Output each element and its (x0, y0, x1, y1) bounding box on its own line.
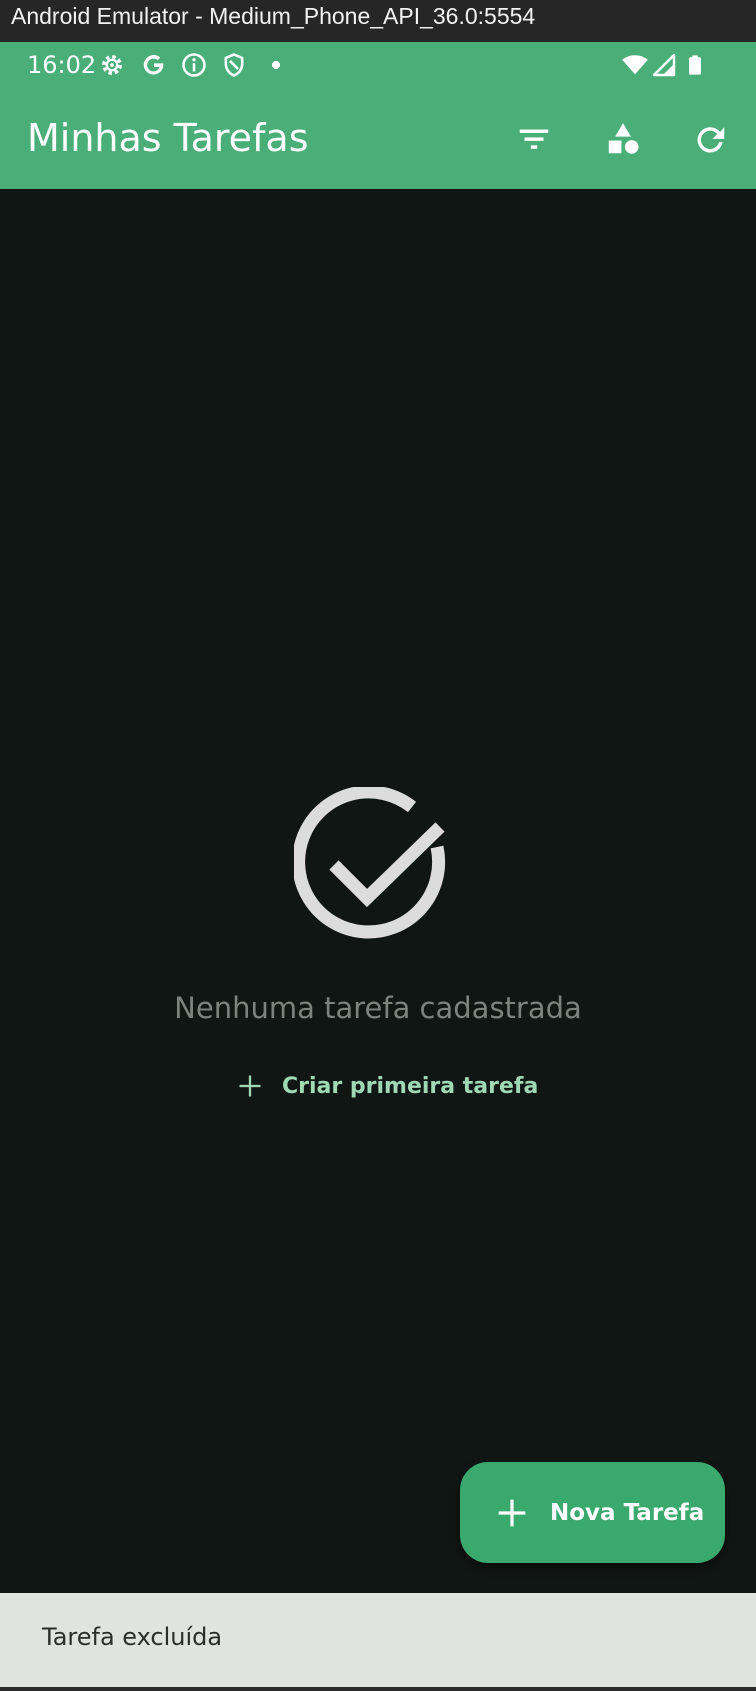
window-title: Android Emulator - Medium_Phone_API_36.0… (11, 3, 536, 29)
window-title-bar: Android Emulator - Medium_Phone_API_36.0… (0, 0, 756, 42)
gear-icon (98, 51, 126, 79)
snackbar-message: Tarefa excluída (42, 1623, 223, 1651)
empty-state-message: Nenhuma tarefa cadastrada (174, 991, 582, 1025)
app-bar: Minhas Tarefas (0, 90, 756, 189)
dot-icon (262, 51, 290, 79)
create-first-task-button[interactable]: Criar primeira tarefa (222, 1062, 552, 1110)
shield-icon (220, 51, 248, 79)
create-first-task-label: Criar primeira tarefa (282, 1073, 539, 1099)
filter-button[interactable] (502, 107, 566, 171)
filter-icon (515, 120, 553, 158)
phone-screen: 16:02 Minhas Tarefas Nenhuma tarefa cada… (0, 42, 756, 1687)
emulator-window: Android Emulator - Medium_Phone_API_36.0… (0, 0, 756, 1691)
new-task-fab[interactable]: Nova Tarefa (460, 1462, 725, 1563)
refresh-button[interactable] (678, 107, 742, 171)
page-title: Minhas Tarefas (27, 116, 309, 160)
google-icon (140, 51, 168, 79)
plus-icon (236, 1072, 282, 1100)
status-time: 16:02 (27, 51, 97, 79)
battery-icon (684, 51, 706, 79)
status-bar: 16:02 (0, 42, 756, 90)
categories-button[interactable] (591, 107, 655, 171)
fab-label: Nova Tarefa (550, 1499, 705, 1526)
check-circle-icon (294, 787, 454, 947)
info-icon (180, 51, 208, 79)
wifi-icon (620, 51, 650, 79)
plus-icon (496, 1497, 528, 1529)
snackbar: Tarefa excluída (0, 1593, 756, 1687)
shapes-icon (604, 120, 642, 158)
refresh-icon (691, 120, 729, 158)
cell-signal-icon (652, 51, 676, 79)
